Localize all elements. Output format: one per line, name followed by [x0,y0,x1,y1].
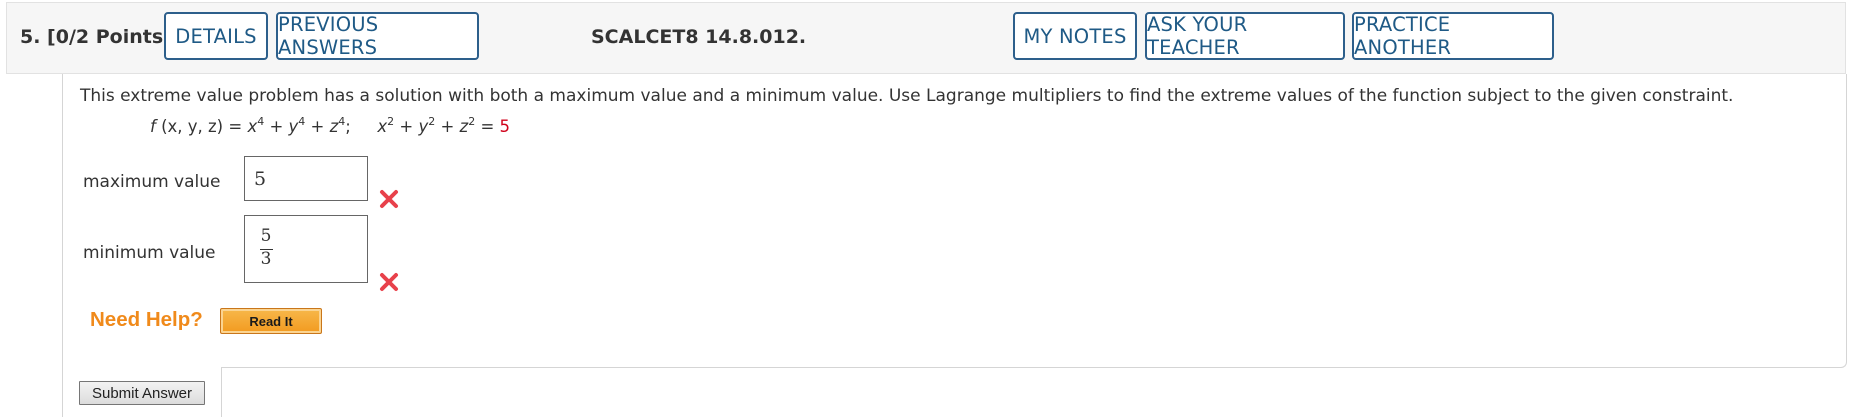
previous-answers-button[interactable]: PREVIOUS ANSWERS [276,12,479,60]
problem-reference: SCALCET8 14.8.012. [591,26,807,48]
exponent: 2 [428,115,436,128]
separator: ; [345,117,351,136]
incorrect-x-icon [380,190,398,208]
incorrect-x-icon [380,273,398,291]
ask-your-teacher-button[interactable]: ASK YOUR TEACHER [1145,12,1345,60]
plus-sign: + [440,117,455,136]
fraction-numerator: 5 [260,226,272,246]
function-name: f [150,117,156,136]
exponent: 4 [298,115,306,128]
minimum-value-input[interactable]: 5 3 [244,215,368,283]
maximum-value-input[interactable]: 5 [244,156,368,201]
plus-sign: + [310,117,325,136]
term-x: x [377,117,388,136]
read-it-button[interactable]: Read It [220,308,322,334]
exponent: 2 [468,115,476,128]
exponent: 2 [387,115,395,128]
details-button[interactable]: DETAILS [164,12,268,60]
constraint-value: 5 [499,117,511,136]
equals-sign: = [228,117,243,136]
exponent: 4 [257,115,265,128]
function-and-constraint: f (x, y, z) = x4 + y4 + z4; x2 + y2 + z2… [150,115,511,136]
problem-prompt: This extreme value problem has a solutio… [80,86,1734,106]
fraction-denominator: 3 [260,249,272,269]
plus-sign: + [269,117,284,136]
submit-answer-button[interactable]: Submit Answer [79,381,205,405]
minimum-value-label: minimum value [83,243,216,263]
term-z: z [459,117,469,136]
term-z: z [329,117,339,136]
fraction: 5 3 [245,216,367,282]
need-help-label: Need Help? [90,308,203,331]
my-notes-button[interactable]: MY NOTES [1013,12,1137,60]
maximum-value-entry: 5 [254,168,267,190]
term-x: x [247,117,258,136]
plus-sign: + [399,117,414,136]
function-args: (x, y, z) [161,117,224,136]
term-y: y [418,117,429,136]
question-number-points: 5. [0/2 Points] [20,26,172,48]
practice-another-button[interactable]: PRACTICE ANOTHER [1352,12,1554,60]
maximum-value-label: maximum value [83,172,221,192]
equals-sign: = [480,117,495,136]
term-y: y [288,117,299,136]
